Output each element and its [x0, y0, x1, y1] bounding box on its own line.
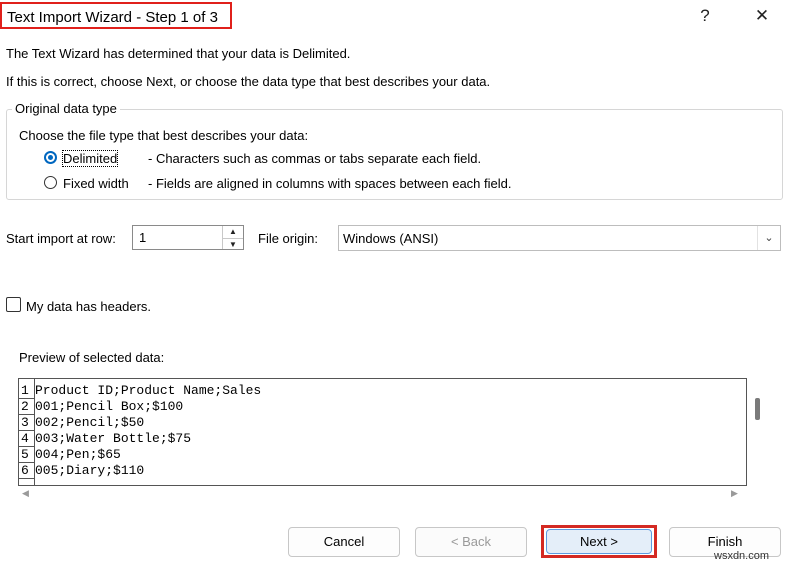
- headers-checkbox-label[interactable]: My data has headers.: [26, 299, 151, 314]
- preview-row: 6 005;Diary;$110: [19, 463, 746, 479]
- row-text: Product ID;Product Name;Sales: [35, 383, 262, 398]
- row-number: 5: [19, 447, 34, 463]
- scroll-left-icon[interactable]: ◀: [22, 486, 29, 500]
- spin-down-icon[interactable]: ▼: [223, 238, 243, 250]
- row-text: 005;Diary;$110: [35, 463, 145, 478]
- preview-row: 5 004;Pen;$65: [19, 447, 746, 463]
- close-button[interactable]: ✕: [742, 4, 782, 28]
- preview-label: Preview of selected data:: [19, 350, 165, 365]
- scroll-right-icon[interactable]: ▶: [731, 486, 738, 500]
- fixed-width-radio[interactable]: [44, 176, 57, 189]
- preview-horizontal-scrollbar[interactable]: ◀ ▶: [18, 486, 747, 500]
- file-origin-label: File origin:: [258, 231, 318, 246]
- file-origin-value[interactable]: Windows (ANSI): [343, 231, 438, 246]
- help-button[interactable]: ?: [685, 4, 725, 28]
- row-text: 002;Pencil;$50: [35, 415, 145, 430]
- spin-up-icon[interactable]: ▲: [223, 226, 243, 237]
- row-number: 2: [19, 399, 34, 415]
- chevron-down-icon[interactable]: ⌄: [757, 226, 780, 250]
- delimited-radio[interactable]: [44, 151, 57, 164]
- file-origin-select[interactable]: Windows (ANSI) ⌄: [338, 225, 781, 251]
- preview-row: 4 003;Water Bottle;$75: [19, 431, 746, 447]
- window-title: Text Import Wizard - Step 1 of 3: [0, 2, 232, 29]
- row-number: 3: [19, 415, 34, 431]
- preview-row: 1 Product ID;Product Name;Sales: [19, 383, 746, 399]
- spinner-buttons: ▲ ▼: [222, 226, 243, 249]
- vertical-scroll-thumb[interactable]: [755, 398, 760, 420]
- watermark-text: wsxdn.com: [714, 550, 770, 562]
- start-row-value[interactable]: 1: [139, 230, 146, 245]
- intro-line-1: The Text Wizard has determined that your…: [6, 46, 351, 61]
- row-number: 6: [19, 463, 34, 479]
- row-number: 4: [19, 431, 34, 447]
- fixed-width-label[interactable]: Fixed width: [63, 176, 129, 191]
- start-row-spinner[interactable]: 1 ▲ ▼: [132, 225, 244, 250]
- intro-line-2: If this is correct, choose Next, or choo…: [6, 74, 491, 89]
- delimited-label[interactable]: Delimited: [61, 150, 119, 167]
- row-text: 003;Water Bottle;$75: [35, 431, 192, 446]
- next-button[interactable]: Next >: [546, 529, 652, 554]
- preview-row: 3 002;Pencil;$50: [19, 415, 746, 431]
- row-text: 004;Pen;$65: [35, 447, 121, 462]
- original-data-type-label: Original data type: [12, 101, 120, 116]
- preview-row: 2 001;Pencil Box;$100: [19, 399, 746, 415]
- delimited-description: - Characters such as commas or tabs sepa…: [148, 151, 482, 166]
- headers-checkbox[interactable]: [6, 297, 21, 312]
- next-highlight-box: Next >: [541, 525, 657, 558]
- start-row-label: Start import at row:: [6, 231, 116, 246]
- cancel-button[interactable]: Cancel: [288, 527, 400, 557]
- preview-vertical-scrollbar[interactable]: [748, 378, 766, 486]
- preview-panel[interactable]: 1 Product ID;Product Name;Sales 2 001;Pe…: [18, 378, 747, 486]
- fixed-width-description: - Fields are aligned in columns with spa…: [148, 176, 512, 191]
- back-button[interactable]: < Back: [415, 527, 527, 557]
- row-text: 001;Pencil Box;$100: [35, 399, 184, 414]
- file-type-prompt: Choose the file type that best describes…: [19, 128, 309, 143]
- row-number: 1: [19, 383, 34, 399]
